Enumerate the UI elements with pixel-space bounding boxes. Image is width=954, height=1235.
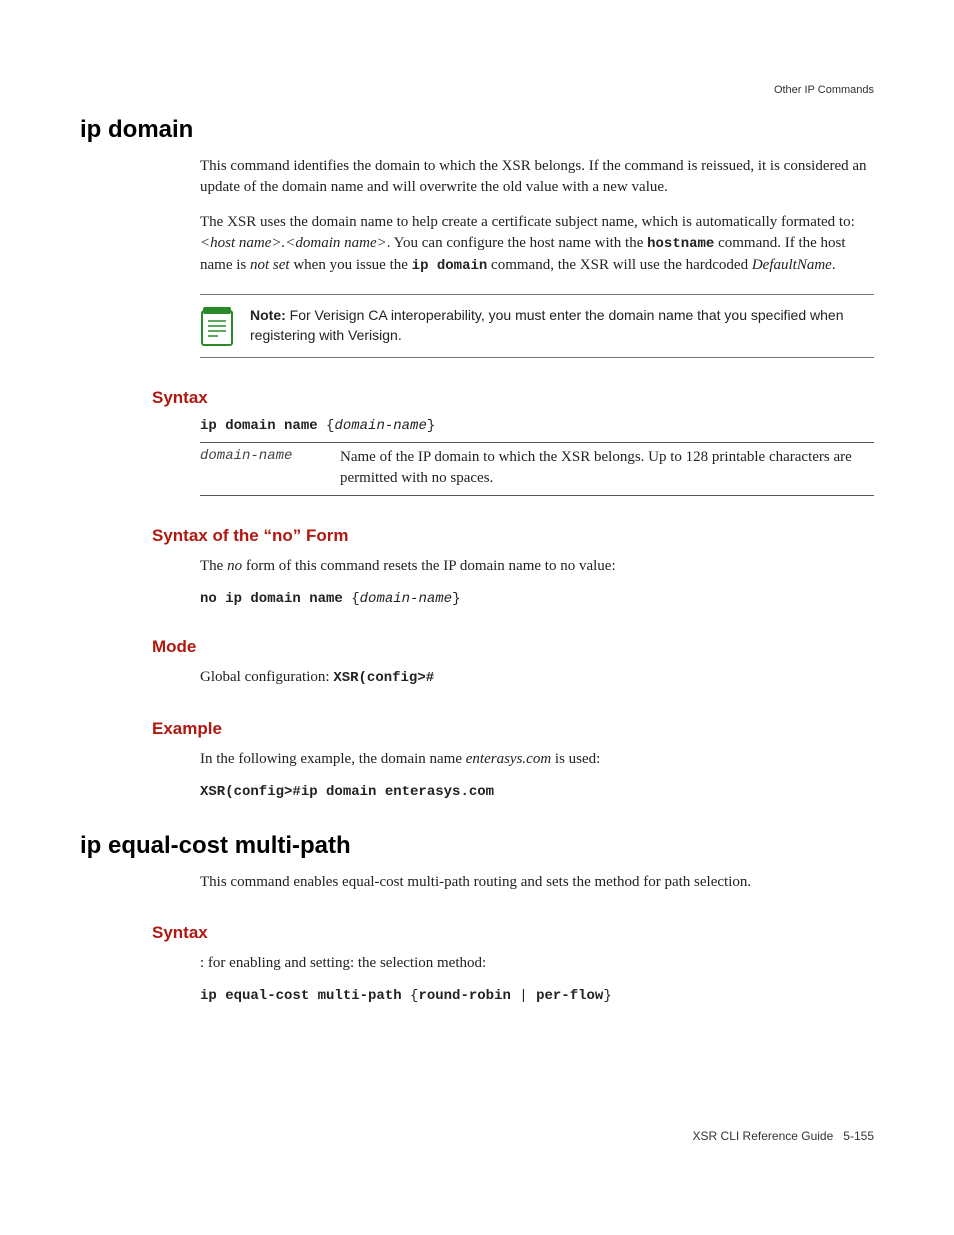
param-name-cell: domain-name [200, 447, 340, 489]
main-content: ip domain This command identifies the do… [80, 116, 874, 1004]
page-header-right: Other IP Commands [774, 84, 874, 96]
note-callout: Note: For Verisign CA interoperability, … [200, 294, 874, 358]
emphasis-text: no [227, 558, 242, 574]
text-run: In the following example, the domain nam… [200, 751, 466, 767]
section-title-ip-domain: ip domain [80, 116, 874, 144]
code-text: ip equal-cost multi-path [200, 988, 410, 1004]
subheading-syntax: Syntax [152, 388, 874, 408]
example-code: XSR(config>#ip domain enterasys.com [200, 784, 874, 800]
emphasis-text: not set [250, 257, 290, 273]
parameter-table: domain-name Name of the IP domain to whi… [200, 442, 874, 496]
body-paragraph: This command enables equal-cost multi-pa… [200, 872, 874, 893]
body-paragraph: Global configuration: XSR(config># [200, 667, 874, 689]
footer-title: XSR CLI Reference Guide [693, 1129, 834, 1143]
code-param: domain-name [334, 418, 426, 434]
subheading-syntax: Syntax [152, 923, 874, 943]
body-paragraph: The XSR uses the domain name to help cre… [200, 212, 874, 276]
section-title-ip-equal-cost: ip equal-cost multi-path [80, 832, 874, 860]
code-param: domain-name [360, 591, 452, 607]
syntax-line: ip domain name {domain-name} [200, 418, 874, 434]
text-run: The [200, 558, 227, 574]
syntax-line: ip equal-cost multi-path {round-robin | … [200, 988, 874, 1004]
table-row: domain-name Name of the IP domain to whi… [200, 443, 874, 495]
text-run: is used: [551, 751, 600, 767]
brace: } [427, 418, 435, 434]
text-run: command, the XSR will use the hardcoded [487, 257, 752, 273]
emphasis-text: enterasys.com [466, 751, 551, 767]
inline-code: hostname [647, 236, 714, 252]
note-label: Note: [250, 307, 286, 323]
brace: } [452, 591, 460, 607]
text-run: . You can configure the host name with t… [387, 235, 647, 251]
brace: } [603, 988, 611, 1004]
param-desc-cell: Name of the IP domain to which the XSR b… [340, 447, 874, 489]
code-text: no ip domain name [200, 591, 351, 607]
emphasis-text: DefaultName [752, 257, 832, 273]
code-text: ip domain name [200, 418, 326, 434]
code-option: per-flow [536, 988, 603, 1004]
pipe: | [511, 988, 536, 1004]
note-icon [200, 305, 236, 347]
subheading-mode: Mode [152, 637, 874, 657]
code-option: round-robin [418, 988, 510, 1004]
inline-code: ip domain [412, 258, 488, 274]
syntax-line: no ip domain name {domain-name} [200, 591, 874, 607]
note-text: Note: For Verisign CA interoperability, … [250, 305, 874, 346]
footer-page-number: 5-155 [843, 1129, 874, 1143]
emphasis-text: <host name>.<domain name> [200, 235, 387, 251]
text-run: form of this command resets the IP domai… [242, 558, 616, 574]
text-run: Global configuration: [200, 669, 333, 685]
body-paragraph: This command identifies the domain to wh… [200, 156, 874, 198]
body-paragraph: In the following example, the domain nam… [200, 749, 874, 770]
inline-code: XSR(config># [333, 670, 434, 686]
body-paragraph: The no form of this command resets the I… [200, 556, 874, 577]
subheading-no-form: Syntax of the “no” Form [152, 526, 874, 546]
note-body: For Verisign CA interoperability, you mu… [250, 307, 843, 343]
page-footer: XSR CLI Reference Guide 5-155 [693, 1129, 874, 1143]
subheading-example: Example [152, 719, 874, 739]
body-paragraph: : for enabling and setting: the selectio… [200, 953, 874, 974]
text-run: when you issue the [290, 257, 412, 273]
text-run: . [832, 257, 836, 273]
text-run: The XSR uses the domain name to help cre… [200, 214, 855, 230]
brace: { [351, 591, 359, 607]
